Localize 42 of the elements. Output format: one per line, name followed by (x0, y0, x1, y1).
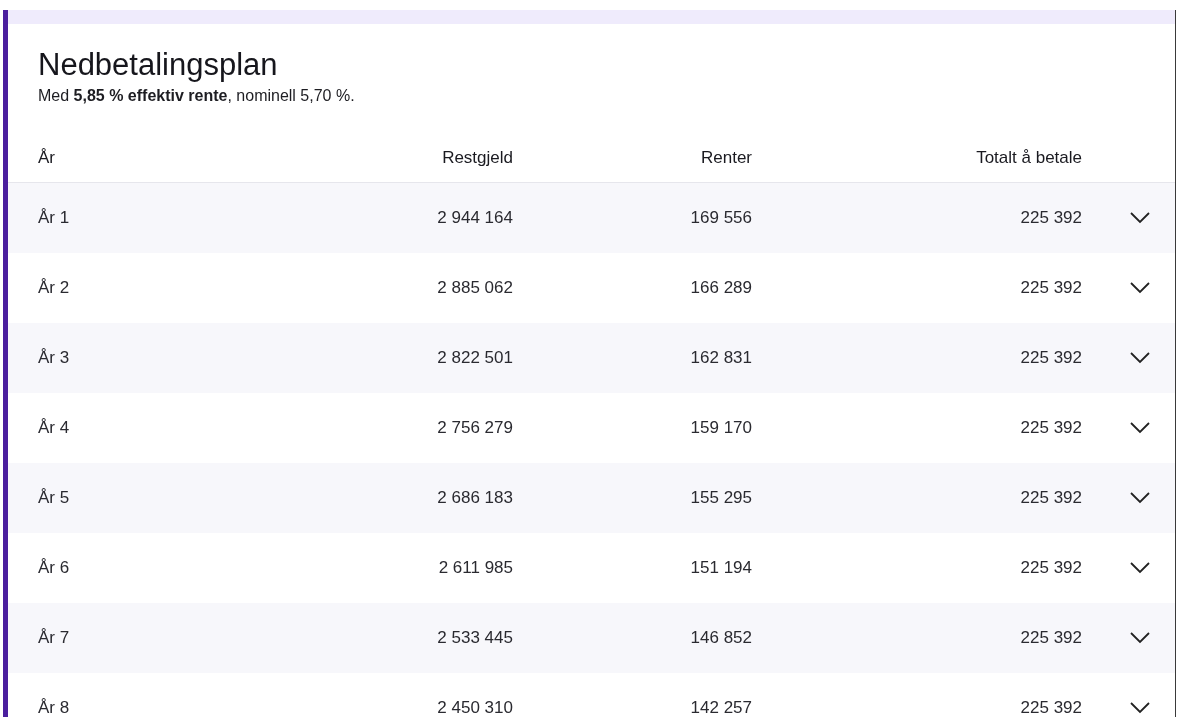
table-cell: 2 944 164 (437, 208, 513, 228)
table-cell: År 5 (38, 488, 70, 508)
table-cell: 2 686 183 (437, 488, 513, 508)
column-header: Renter (700, 147, 752, 168)
table-cell: 225 392 (1020, 698, 1082, 717)
table-cell: 146 852 (690, 628, 752, 648)
table-cell: 225 392 (1020, 418, 1082, 438)
column-header: Totalt å betale (976, 147, 1082, 168)
table-cell: 225 392 (1020, 348, 1082, 368)
table-cell: 166 289 (690, 278, 752, 298)
table-cell: 2 450 310 (437, 698, 513, 717)
table-cell: 169 556 (690, 208, 752, 228)
table-cell: År 1 (38, 208, 70, 228)
table-cell: 142 257 (690, 698, 752, 717)
table-row[interactable]: År 3 2 822 501 162 831 225 392 (8, 323, 1175, 393)
table-cell: År 3 (38, 348, 70, 368)
table-cell: 2 533 445 (437, 628, 513, 648)
table-cell: År 6 (38, 558, 70, 578)
table-cell: 225 392 (1020, 558, 1082, 578)
table-cell: 155 295 (690, 488, 752, 508)
column-header: Restgjeld (442, 147, 513, 168)
subtitle: Med 5,85 % effektiv rente, nominell 5,70 %. (38, 86, 355, 106)
table-cell: 225 392 (1020, 628, 1082, 648)
table-cell: 2 756 279 (437, 418, 513, 438)
table-cell: 225 392 (1020, 208, 1082, 228)
table-row[interactable]: År 1 2 944 164 169 556 225 392 (8, 183, 1175, 253)
table-cell: År 4 (38, 418, 70, 438)
table-cell: År 7 (38, 628, 70, 648)
table-cell: 225 392 (1020, 488, 1082, 508)
page-title: Nedbetalingsplan (38, 46, 279, 84)
table-cell: 151 194 (690, 558, 752, 578)
table-cell: 2 822 501 (437, 348, 513, 368)
table-cell: År 8 (38, 698, 70, 717)
table-cell: 225 392 (1020, 278, 1082, 298)
table-row[interactable]: År 5 2 686 183 155 295 225 392 (8, 463, 1175, 533)
table-row[interactable]: År 7 2 533 445 146 852 225 392 (8, 603, 1175, 673)
table-cell: 2 885 062 (437, 278, 513, 298)
table-cell: 2 611 985 (438, 558, 513, 578)
table-cell: 159 170 (690, 418, 752, 438)
table-cell: 162 831 (690, 348, 752, 368)
column-header: År (38, 147, 55, 168)
table-cell: År 2 (38, 278, 70, 298)
